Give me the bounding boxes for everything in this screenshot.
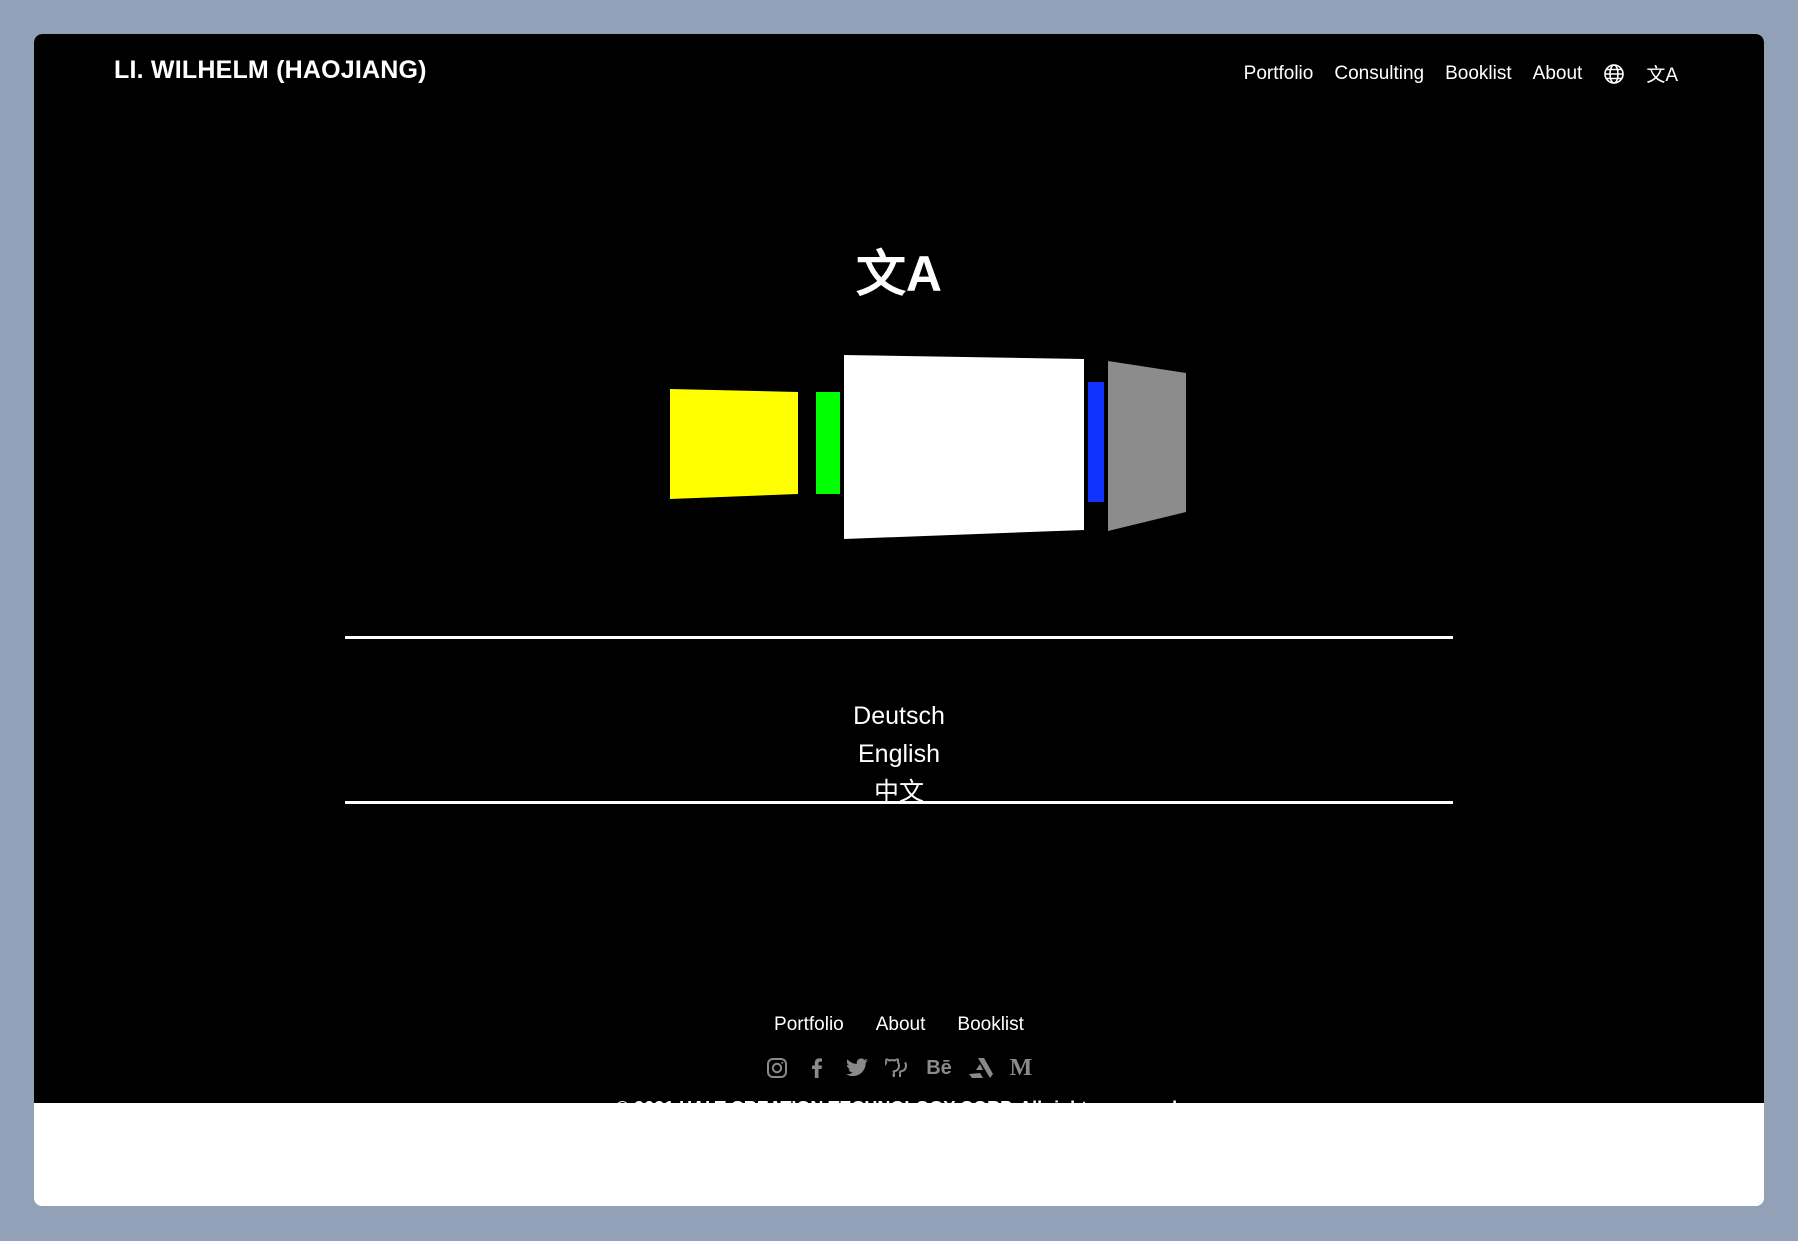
browser-window: LI. WILHELM (HAOJIANG) Portfolio Consult… [34,34,1764,1206]
white-panel [844,355,1084,539]
footer-portfolio[interactable]: Portfolio [774,1014,844,1036]
social-links: Bē M [34,1055,1764,1081]
divider-top [345,636,1453,639]
hero-graphic [670,355,1186,539]
language-english[interactable]: English [34,735,1764,773]
copyright-text: © 2021 HALT CREATION TECHNOLOGY CORP. Al… [615,1098,1183,1118]
github-icon[interactable] [884,1055,910,1081]
yellow-panel [670,389,798,499]
footer-booklist[interactable]: Booklist [957,1014,1024,1036]
behance-icon[interactable]: Bē [924,1055,954,1081]
footer-nav: Portfolio About Booklist [34,1014,1764,1036]
divider-bottom [345,801,1453,804]
language-chinese[interactable]: 中文 [34,773,1764,811]
green-panel [816,392,840,494]
twitter-icon[interactable] [844,1055,870,1081]
facebook-icon[interactable] [804,1055,830,1081]
footer-about[interactable]: About [876,1014,926,1036]
language-list: Deutsch English 中文 [34,697,1764,811]
gray-panel [1108,361,1186,531]
page: LI. WILHELM (HAOJIANG) Portfolio Consult… [34,34,1764,1118]
artstation-icon[interactable] [968,1055,994,1081]
language-deutsch[interactable]: Deutsch [34,697,1764,735]
medium-icon[interactable]: M [1008,1055,1034,1081]
instagram-icon[interactable] [764,1055,790,1081]
blue-panel [1088,382,1104,502]
